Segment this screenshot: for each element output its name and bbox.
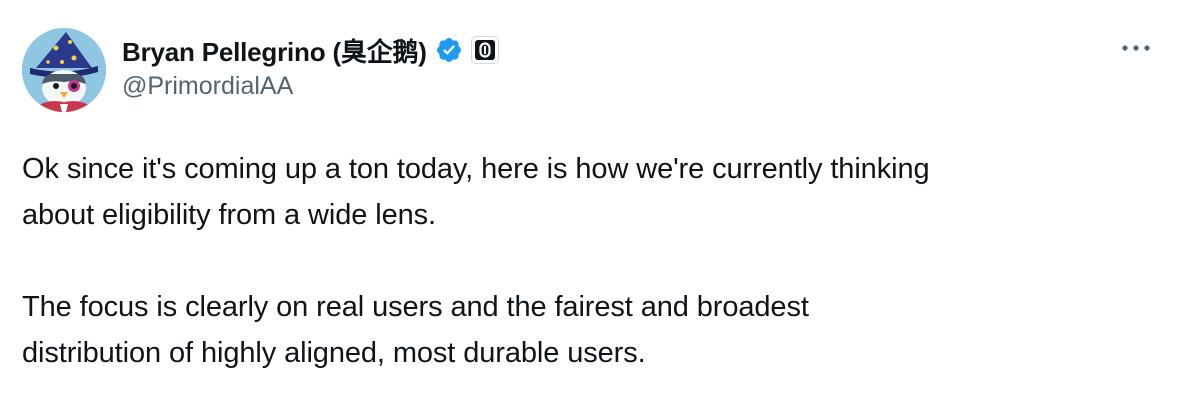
tweet-text: Ok since it's coming up a ton today, her… — [22, 146, 1152, 376]
more-horizontal-icon — [1122, 45, 1150, 51]
affiliate-logo-icon — [474, 40, 495, 60]
tweet-line: Ok since it's coming up a ton today, her… — [22, 153, 930, 185]
tweet-line: distribution of highly aligned, most dur… — [22, 337, 646, 369]
author-handle[interactable]: @PrimordialAA — [122, 72, 293, 101]
author-name-row: Bryan Pellegrino (臭企鹅) — [122, 30, 499, 70]
avatar[interactable] — [22, 28, 106, 112]
affiliate-badge[interactable] — [470, 36, 499, 64]
tweet-paragraph: Ok since it's coming up a ton today, her… — [22, 146, 1152, 238]
tweet-paragraph: The focus is clearly on real users and t… — [22, 284, 1152, 376]
verified-badge-icon[interactable] — [435, 36, 463, 64]
more-options-button[interactable] — [1118, 36, 1154, 60]
tweet-card: Bryan Pellegrino (臭企鹅) @PrimordialAA Ok … — [0, 0, 1178, 406]
display-name[interactable]: Bryan Pellegrino (臭企鹅) — [122, 32, 427, 69]
tweet-line: about eligibility from a wide lens. — [22, 199, 436, 231]
tweet-line: The focus is clearly on real users and t… — [22, 291, 809, 323]
